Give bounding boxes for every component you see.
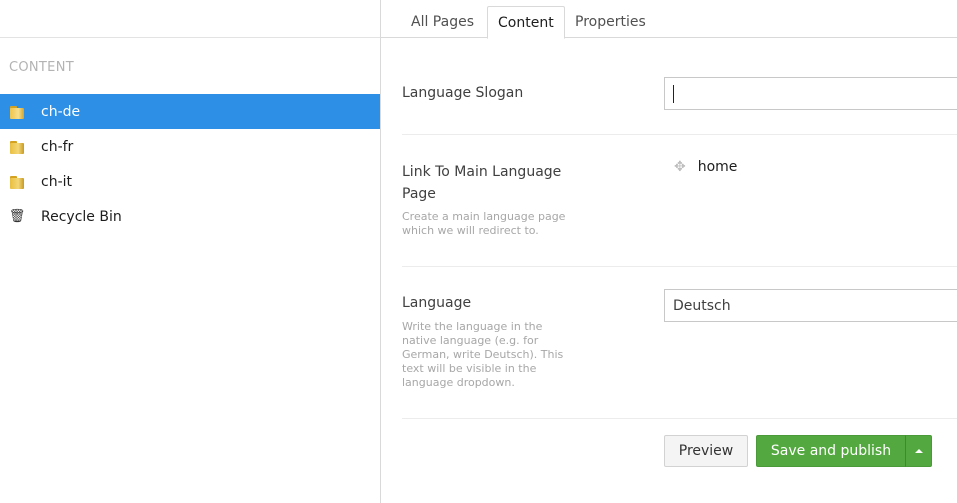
tab-bar: All Pages Content Properties	[381, 0, 957, 39]
trash-icon: 🗑	[8, 209, 26, 224]
property-label: Language Slogan	[402, 85, 524, 101]
picked-page-name: home	[697, 159, 738, 175]
property-description: Write the language in the native languag…	[402, 320, 564, 389]
move-icon[interactable]: ✥	[674, 159, 686, 175]
tree-item-recycle-bin[interactable]: 🗑 Recycle Bin	[0, 199, 380, 234]
property-description: Create a main language page which we wil…	[402, 210, 566, 237]
folder-icon	[9, 104, 25, 120]
tree-item-ch-de[interactable]: ch-de	[0, 94, 380, 129]
tree-item-ch-it[interactable]: ch-it	[0, 164, 380, 199]
text-caret	[673, 84, 674, 103]
section-title: CONTENT	[9, 60, 74, 75]
property-main-language-page: Link To Main Language Page Create a main…	[402, 135, 957, 267]
save-and-publish-button[interactable]: Save and publish	[756, 435, 906, 467]
tree-item-label: ch-it	[41, 173, 73, 190]
sidebar-header-strip	[0, 0, 380, 38]
tab-content[interactable]: Content	[487, 6, 565, 39]
tree-item-label: Recycle Bin	[41, 208, 122, 225]
tree-item-label: ch-de	[41, 103, 81, 120]
preview-button[interactable]: Preview	[664, 435, 748, 467]
content-tree: ch-de ch-fr ch-it 🗑 Recycle Bin	[0, 94, 380, 234]
content-picker-item[interactable]: ✥ home	[674, 159, 737, 175]
property-language-slogan: Language Slogan	[402, 38, 957, 135]
tab-all-pages[interactable]: All Pages	[401, 6, 484, 38]
content-editor: Language Slogan Link To Main Language Pa…	[381, 38, 957, 503]
tree-item-ch-fr[interactable]: ch-fr	[0, 129, 380, 164]
tree-item-label: ch-fr	[41, 138, 74, 155]
language-slogan-input[interactable]	[664, 77, 957, 110]
folder-icon	[9, 174, 25, 190]
caret-up-icon	[914, 449, 923, 453]
save-options-button[interactable]	[905, 435, 932, 467]
tab-properties[interactable]: Properties	[565, 6, 656, 38]
language-input[interactable]: Deutsch	[664, 289, 957, 322]
folder-icon	[9, 139, 25, 155]
content-tree-panel: CONTENT ch-de ch-fr ch-it 🗑 Recycle Bin	[0, 0, 381, 503]
property-language: Language Write the language in the nativ…	[402, 267, 957, 419]
property-label: Language	[402, 295, 472, 311]
property-label: Link To Main Language Page	[402, 164, 562, 202]
